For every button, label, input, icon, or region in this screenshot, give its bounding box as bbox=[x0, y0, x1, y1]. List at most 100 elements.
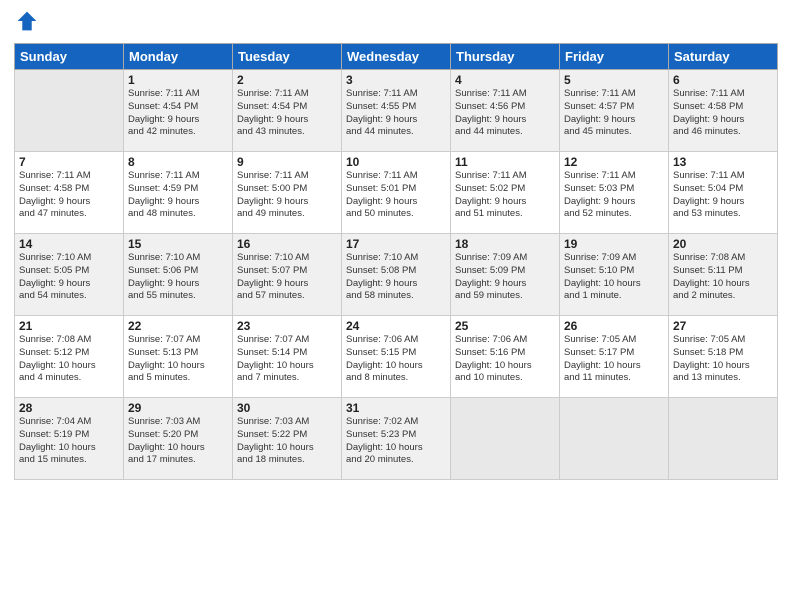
day-number: 6 bbox=[673, 73, 773, 87]
day-number: 30 bbox=[237, 401, 337, 415]
calendar-cell: 23Sunrise: 7:07 AM Sunset: 5:14 PM Dayli… bbox=[233, 316, 342, 398]
day-number: 12 bbox=[564, 155, 664, 169]
calendar-cell: 21Sunrise: 7:08 AM Sunset: 5:12 PM Dayli… bbox=[15, 316, 124, 398]
day-info: Sunrise: 7:07 AM Sunset: 5:13 PM Dayligh… bbox=[128, 334, 228, 385]
day-info: Sunrise: 7:11 AM Sunset: 5:01 PM Dayligh… bbox=[346, 170, 446, 221]
calendar-cell: 22Sunrise: 7:07 AM Sunset: 5:13 PM Dayli… bbox=[124, 316, 233, 398]
day-number: 22 bbox=[128, 319, 228, 333]
calendar-cell: 8Sunrise: 7:11 AM Sunset: 4:59 PM Daylig… bbox=[124, 152, 233, 234]
calendar-cell: 7Sunrise: 7:11 AM Sunset: 4:58 PM Daylig… bbox=[15, 152, 124, 234]
day-number: 13 bbox=[673, 155, 773, 169]
calendar-cell: 4Sunrise: 7:11 AM Sunset: 4:56 PM Daylig… bbox=[451, 70, 560, 152]
day-number: 16 bbox=[237, 237, 337, 251]
day-number: 9 bbox=[237, 155, 337, 169]
calendar-cell: 13Sunrise: 7:11 AM Sunset: 5:04 PM Dayli… bbox=[669, 152, 778, 234]
calendar-cell: 11Sunrise: 7:11 AM Sunset: 5:02 PM Dayli… bbox=[451, 152, 560, 234]
calendar-cell: 27Sunrise: 7:05 AM Sunset: 5:18 PM Dayli… bbox=[669, 316, 778, 398]
calendar-cell: 14Sunrise: 7:10 AM Sunset: 5:05 PM Dayli… bbox=[15, 234, 124, 316]
day-number: 25 bbox=[455, 319, 555, 333]
day-number: 24 bbox=[346, 319, 446, 333]
day-info: Sunrise: 7:11 AM Sunset: 5:03 PM Dayligh… bbox=[564, 170, 664, 221]
header bbox=[14, 10, 778, 37]
day-number: 2 bbox=[237, 73, 337, 87]
calendar-cell: 15Sunrise: 7:10 AM Sunset: 5:06 PM Dayli… bbox=[124, 234, 233, 316]
day-info: Sunrise: 7:11 AM Sunset: 4:54 PM Dayligh… bbox=[237, 88, 337, 139]
calendar-week-3: 14Sunrise: 7:10 AM Sunset: 5:05 PM Dayli… bbox=[15, 234, 778, 316]
day-info: Sunrise: 7:05 AM Sunset: 5:17 PM Dayligh… bbox=[564, 334, 664, 385]
calendar-cell: 18Sunrise: 7:09 AM Sunset: 5:09 PM Dayli… bbox=[451, 234, 560, 316]
day-number: 15 bbox=[128, 237, 228, 251]
calendar-cell: 29Sunrise: 7:03 AM Sunset: 5:20 PM Dayli… bbox=[124, 398, 233, 480]
day-info: Sunrise: 7:11 AM Sunset: 5:00 PM Dayligh… bbox=[237, 170, 337, 221]
calendar-cell: 26Sunrise: 7:05 AM Sunset: 5:17 PM Dayli… bbox=[560, 316, 669, 398]
calendar-cell: 3Sunrise: 7:11 AM Sunset: 4:55 PM Daylig… bbox=[342, 70, 451, 152]
day-info: Sunrise: 7:11 AM Sunset: 4:55 PM Dayligh… bbox=[346, 88, 446, 139]
calendar-cell: 28Sunrise: 7:04 AM Sunset: 5:19 PM Dayli… bbox=[15, 398, 124, 480]
weekday-header-saturday: Saturday bbox=[669, 44, 778, 70]
day-number: 21 bbox=[19, 319, 119, 333]
day-number: 28 bbox=[19, 401, 119, 415]
day-number: 7 bbox=[19, 155, 119, 169]
calendar-cell: 9Sunrise: 7:11 AM Sunset: 5:00 PM Daylig… bbox=[233, 152, 342, 234]
day-info: Sunrise: 7:06 AM Sunset: 5:16 PM Dayligh… bbox=[455, 334, 555, 385]
day-number: 20 bbox=[673, 237, 773, 251]
day-info: Sunrise: 7:11 AM Sunset: 5:02 PM Dayligh… bbox=[455, 170, 555, 221]
calendar-week-1: 1Sunrise: 7:11 AM Sunset: 4:54 PM Daylig… bbox=[15, 70, 778, 152]
day-info: Sunrise: 7:09 AM Sunset: 5:09 PM Dayligh… bbox=[455, 252, 555, 303]
logo-icon bbox=[16, 10, 38, 32]
day-info: Sunrise: 7:10 AM Sunset: 5:07 PM Dayligh… bbox=[237, 252, 337, 303]
day-number: 5 bbox=[564, 73, 664, 87]
day-number: 1 bbox=[128, 73, 228, 87]
day-number: 3 bbox=[346, 73, 446, 87]
calendar-cell: 17Sunrise: 7:10 AM Sunset: 5:08 PM Dayli… bbox=[342, 234, 451, 316]
day-number: 26 bbox=[564, 319, 664, 333]
day-number: 31 bbox=[346, 401, 446, 415]
calendar-cell: 30Sunrise: 7:03 AM Sunset: 5:22 PM Dayli… bbox=[233, 398, 342, 480]
day-info: Sunrise: 7:10 AM Sunset: 5:08 PM Dayligh… bbox=[346, 252, 446, 303]
calendar-cell bbox=[15, 70, 124, 152]
day-info: Sunrise: 7:03 AM Sunset: 5:20 PM Dayligh… bbox=[128, 416, 228, 467]
day-info: Sunrise: 7:09 AM Sunset: 5:10 PM Dayligh… bbox=[564, 252, 664, 303]
day-info: Sunrise: 7:03 AM Sunset: 5:22 PM Dayligh… bbox=[237, 416, 337, 467]
day-info: Sunrise: 7:11 AM Sunset: 4:58 PM Dayligh… bbox=[673, 88, 773, 139]
calendar-cell: 31Sunrise: 7:02 AM Sunset: 5:23 PM Dayli… bbox=[342, 398, 451, 480]
calendar-cell bbox=[560, 398, 669, 480]
day-info: Sunrise: 7:05 AM Sunset: 5:18 PM Dayligh… bbox=[673, 334, 773, 385]
day-number: 17 bbox=[346, 237, 446, 251]
day-number: 14 bbox=[19, 237, 119, 251]
day-info: Sunrise: 7:11 AM Sunset: 4:59 PM Dayligh… bbox=[128, 170, 228, 221]
calendar-cell bbox=[669, 398, 778, 480]
weekday-header-row: SundayMondayTuesdayWednesdayThursdayFrid… bbox=[15, 44, 778, 70]
page-container: SundayMondayTuesdayWednesdayThursdayFrid… bbox=[0, 0, 792, 486]
day-info: Sunrise: 7:07 AM Sunset: 5:14 PM Dayligh… bbox=[237, 334, 337, 385]
day-info: Sunrise: 7:02 AM Sunset: 5:23 PM Dayligh… bbox=[346, 416, 446, 467]
day-info: Sunrise: 7:04 AM Sunset: 5:19 PM Dayligh… bbox=[19, 416, 119, 467]
day-info: Sunrise: 7:08 AM Sunset: 5:12 PM Dayligh… bbox=[19, 334, 119, 385]
calendar-cell bbox=[451, 398, 560, 480]
day-info: Sunrise: 7:10 AM Sunset: 5:05 PM Dayligh… bbox=[19, 252, 119, 303]
calendar-cell: 20Sunrise: 7:08 AM Sunset: 5:11 PM Dayli… bbox=[669, 234, 778, 316]
day-info: Sunrise: 7:11 AM Sunset: 4:54 PM Dayligh… bbox=[128, 88, 228, 139]
day-number: 18 bbox=[455, 237, 555, 251]
weekday-header-wednesday: Wednesday bbox=[342, 44, 451, 70]
weekday-header-sunday: Sunday bbox=[15, 44, 124, 70]
day-info: Sunrise: 7:11 AM Sunset: 4:57 PM Dayligh… bbox=[564, 88, 664, 139]
weekday-header-friday: Friday bbox=[560, 44, 669, 70]
day-number: 11 bbox=[455, 155, 555, 169]
calendar-cell: 25Sunrise: 7:06 AM Sunset: 5:16 PM Dayli… bbox=[451, 316, 560, 398]
day-info: Sunrise: 7:11 AM Sunset: 5:04 PM Dayligh… bbox=[673, 170, 773, 221]
day-info: Sunrise: 7:06 AM Sunset: 5:15 PM Dayligh… bbox=[346, 334, 446, 385]
day-info: Sunrise: 7:10 AM Sunset: 5:06 PM Dayligh… bbox=[128, 252, 228, 303]
day-number: 10 bbox=[346, 155, 446, 169]
calendar-week-4: 21Sunrise: 7:08 AM Sunset: 5:12 PM Dayli… bbox=[15, 316, 778, 398]
weekday-header-monday: Monday bbox=[124, 44, 233, 70]
calendar-cell: 10Sunrise: 7:11 AM Sunset: 5:01 PM Dayli… bbox=[342, 152, 451, 234]
calendar-cell: 19Sunrise: 7:09 AM Sunset: 5:10 PM Dayli… bbox=[560, 234, 669, 316]
day-number: 4 bbox=[455, 73, 555, 87]
calendar-cell: 2Sunrise: 7:11 AM Sunset: 4:54 PM Daylig… bbox=[233, 70, 342, 152]
day-number: 8 bbox=[128, 155, 228, 169]
calendar-cell: 6Sunrise: 7:11 AM Sunset: 4:58 PM Daylig… bbox=[669, 70, 778, 152]
calendar-week-5: 28Sunrise: 7:04 AM Sunset: 5:19 PM Dayli… bbox=[15, 398, 778, 480]
logo bbox=[14, 10, 40, 37]
day-number: 19 bbox=[564, 237, 664, 251]
